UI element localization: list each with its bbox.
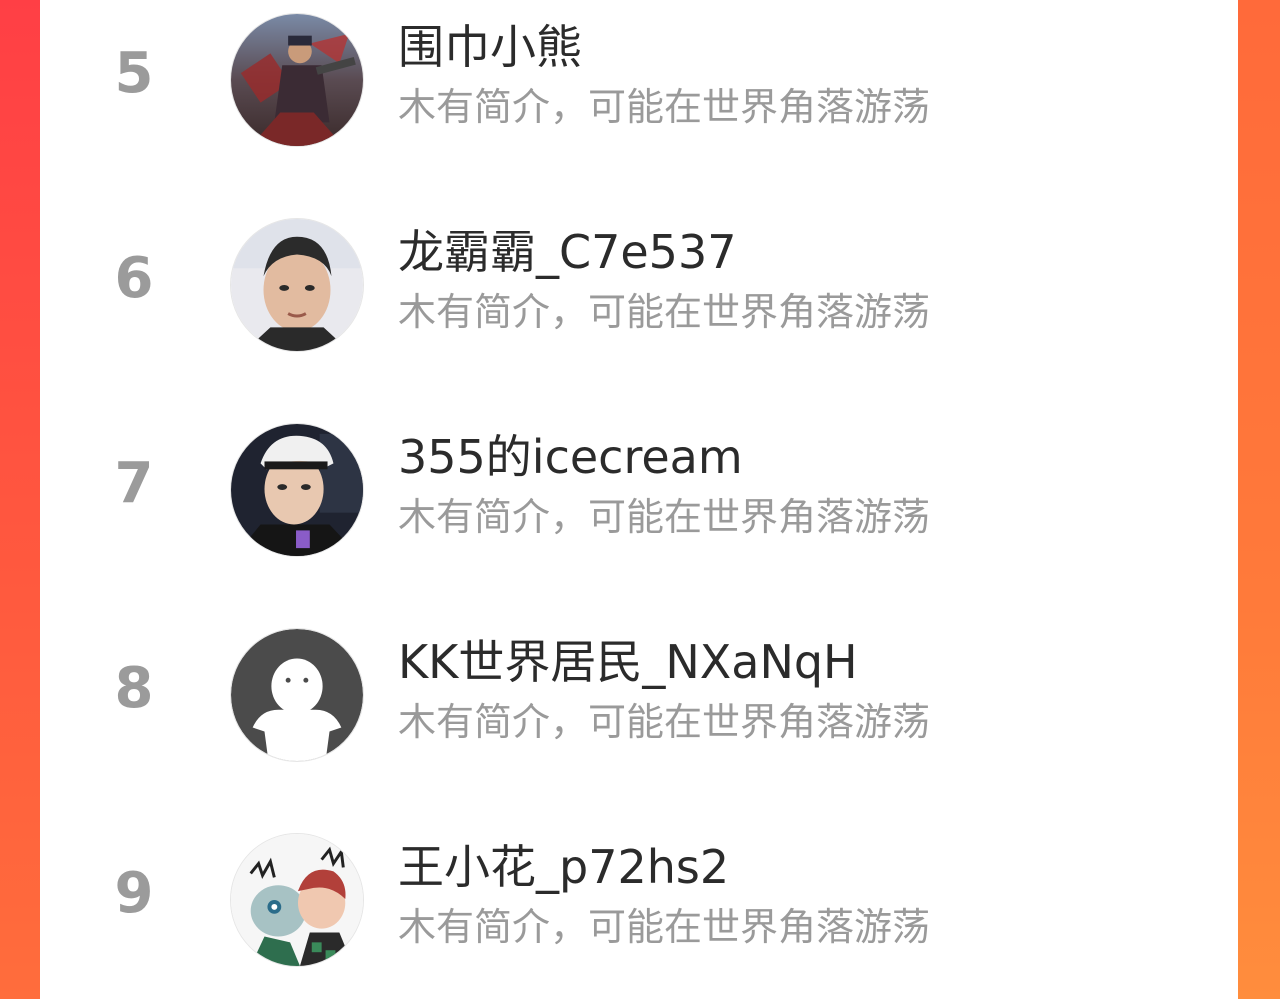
game-hero-avatar-icon bbox=[231, 14, 363, 146]
user-bio: 木有简介，可能在世界角落游荡 bbox=[398, 905, 931, 949]
user-bio: 木有简介，可能在世界角落游荡 bbox=[398, 290, 931, 334]
ranking-row[interactable]: 8 KK世界居民_NXaNqH 木有简介，可能在世界角落游荡 bbox=[40, 615, 1238, 795]
ranking-list-card: 5 围巾小熊 木有简介，可能在世界角落游荡 6 龙霸霸_C7e537 木有简介，… bbox=[40, 0, 1238, 999]
user-name[interactable]: 王小花_p72hs2 bbox=[398, 844, 729, 890]
user-bio: 木有简介，可能在世界角落游荡 bbox=[398, 700, 931, 744]
ranking-row[interactable]: 5 围巾小熊 木有简介，可能在世界角落游荡 bbox=[40, 0, 1238, 180]
user-name[interactable]: 355的icecream bbox=[398, 434, 743, 480]
photo-avatar-icon bbox=[231, 219, 363, 351]
user-name[interactable]: KK世界居民_NXaNqH bbox=[398, 639, 858, 685]
user-name[interactable]: 龙霸霸_C7e537 bbox=[398, 229, 737, 275]
ranking-row[interactable]: 6 龙霸霸_C7e537 木有简介，可能在世界角落游荡 bbox=[40, 205, 1238, 385]
rank-number: 8 bbox=[114, 656, 154, 721]
rank-number: 6 bbox=[114, 246, 154, 311]
user-avatar[interactable] bbox=[230, 423, 364, 557]
user-bio: 木有简介，可能在世界角落游荡 bbox=[398, 495, 931, 539]
anime-avatar-icon bbox=[231, 834, 363, 966]
photo-avatar-cap-icon bbox=[231, 424, 363, 556]
user-avatar[interactable] bbox=[230, 218, 364, 352]
user-name[interactable]: 围巾小熊 bbox=[398, 24, 582, 70]
ranking-row[interactable]: 7 355的icecream 木有简介，可能在世界角落游荡 bbox=[40, 410, 1238, 590]
user-avatar[interactable] bbox=[230, 13, 364, 147]
rank-number: 5 bbox=[114, 41, 154, 106]
user-bio: 木有简介，可能在世界角落游荡 bbox=[398, 85, 931, 129]
rank-number: 7 bbox=[114, 451, 154, 516]
user-avatar[interactable] bbox=[230, 628, 364, 762]
background-right-edge bbox=[1238, 0, 1280, 999]
ranking-row[interactable]: 9 王小花_p72hs2 木有简介，可能在世界角落游荡 bbox=[40, 820, 1238, 999]
background-left-edge bbox=[0, 0, 40, 999]
user-avatar[interactable] bbox=[230, 833, 364, 967]
rank-number: 9 bbox=[114, 861, 154, 926]
default-avatar-icon bbox=[231, 629, 363, 761]
